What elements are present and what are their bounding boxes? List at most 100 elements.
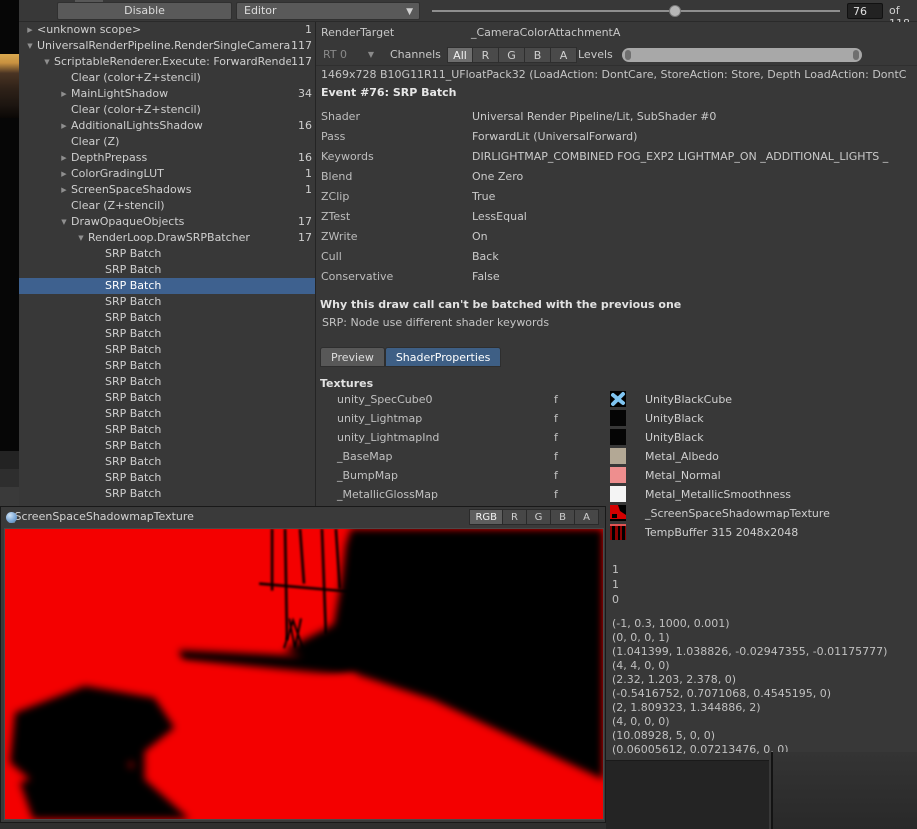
target-selector-dropdown[interactable]: Editor ▼ [236,2,420,20]
tree-row[interactable]: SRP Batch [19,294,315,310]
rt-index-dropdown[interactable]: RT 0 ▼ [320,47,378,63]
detail-row-value: Universal Render Pipeline/Lit, SubShader… [472,107,917,127]
levels-slider-bar[interactable] [622,48,862,62]
event-slider-track[interactable] [432,10,840,12]
texture-flag: f [554,431,558,444]
tree-row[interactable]: SRP Batch [19,470,315,486]
preview-channel-button-r[interactable]: R [503,509,527,525]
channel-button-g[interactable]: G [499,47,525,63]
texture-property-name: unity_LightmapInd [337,431,439,444]
vector-value: (-0.5416752, 0.7071068, 0.4545195, 0) [612,687,887,701]
foldout-expanded-icon[interactable]: ▼ [57,214,71,230]
channel-button-r[interactable]: R [473,47,499,63]
rt-index-label: RT 0 [323,48,347,61]
tree-row[interactable]: Clear (Z) [19,134,315,150]
tree-row[interactable]: ▼DrawOpaqueObjects17 [19,214,315,230]
event-slider-handle[interactable] [669,5,681,17]
tree-row-count: 16 [298,118,315,134]
texture-thumbnail[interactable] [610,429,626,445]
tree-row[interactable]: Clear (color+Z+stencil) [19,102,315,118]
preview-channel-button-a[interactable]: A [575,509,599,525]
tree-row-label: MainLightShadow [71,86,298,102]
tree-row[interactable]: SRP Batch [19,278,315,294]
tab-shader-properties[interactable]: ShaderProperties [385,347,502,367]
tree-row[interactable]: ▶MainLightShadow34 [19,86,315,102]
texture-row[interactable]: unity_LightmapIndfUnityBlack [316,428,917,447]
tree-row[interactable]: ▶ScreenSpaceShadows1 [19,182,315,198]
preview-channel-button-rgb[interactable]: RGB [469,509,503,525]
tree-row[interactable]: SRP Batch [19,310,315,326]
vector-value: (2.32, 1.203, 2.378, 0) [612,673,887,687]
tree-row-label: SRP Batch [105,262,312,278]
tab-preview[interactable]: Preview [320,347,385,367]
tree-row-count [312,390,315,406]
tree-row[interactable]: ▼UniversalRenderPipeline.RenderSingleCam… [19,38,315,54]
texture-thumbnail[interactable] [610,410,626,426]
event-number-field[interactable] [847,3,883,19]
texture-row[interactable]: _MetallicGlossMapfMetal_MetallicSmoothne… [316,485,917,504]
tree-row[interactable]: SRP Batch [19,422,315,438]
tree-row-label: SRP Batch [105,390,312,406]
tree-row[interactable]: SRP Batch [19,326,315,342]
tree-row[interactable]: Clear (color+Z+stencil) [19,70,315,86]
foldout-expanded-icon[interactable]: ▼ [40,54,54,70]
texture-thumbnail[interactable] [610,391,626,407]
tree-row[interactable]: SRP Batch [19,374,315,390]
channel-button-b[interactable]: B [525,47,551,63]
channel-button-all[interactable]: All [447,47,473,63]
levels-slider-handle-min[interactable] [625,50,631,60]
foldout-collapsed-icon[interactable]: ▶ [57,150,71,166]
tree-row[interactable]: ▶<unknown scope>1 [19,22,315,38]
preview-channel-button-b[interactable]: B [551,509,575,525]
tree-row-count: 117 [291,54,315,70]
tree-row[interactable]: SRP Batch [19,438,315,454]
foldout-spacer [91,454,105,470]
tree-row[interactable]: SRP Batch [19,454,315,470]
detail-row: ZWriteOn [316,227,917,247]
tree-row[interactable]: SRP Batch [19,406,315,422]
foldout-spacer [91,406,105,422]
tree-row[interactable]: ▼RenderLoop.DrawSRPBatcher17 [19,230,315,246]
background-window-band [0,469,19,487]
tree-row-count [312,470,315,486]
foldout-collapsed-icon[interactable]: ▶ [23,22,37,38]
tree-row[interactable]: SRP Batch [19,262,315,278]
levels-slider-handle-max[interactable] [853,50,859,60]
tree-row[interactable]: SRP Batch [19,342,315,358]
foldout-expanded-icon[interactable]: ▼ [74,230,88,246]
detail-row: ZTestLessEqual [316,207,917,227]
texture-row[interactable]: unity_SpecCube0fUnityBlackCube [316,390,917,409]
foldout-collapsed-icon[interactable]: ▶ [57,118,71,134]
foldout-collapsed-icon[interactable]: ▶ [57,86,71,102]
disable-button[interactable]: Disable [57,2,232,20]
foldout-collapsed-icon[interactable]: ▶ [57,166,71,182]
tree-row[interactable]: ▼ScriptableRenderer.Execute: ForwardRend… [19,54,315,70]
foldout-collapsed-icon[interactable]: ▶ [57,182,71,198]
tree-row[interactable]: ▶AdditionalLightsShadow16 [19,118,315,134]
tree-row[interactable]: Clear (Z+stencil) [19,198,315,214]
tree-row[interactable]: SRP Batch [19,486,315,502]
texture-thumbnail[interactable] [610,448,626,464]
batch-break-title: Why this draw call can't be batched with… [320,298,681,311]
texture-thumbnail[interactable] [610,467,626,483]
tree-row-label: RenderLoop.DrawSRPBatcher [88,230,298,246]
texture-preview-titlebar[interactable]: _ScreenSpaceShadowmapTexture RGBRGBA [1,507,605,528]
tree-row[interactable]: ▶ColorGradingLUT1 [19,166,315,182]
tree-row[interactable]: SRP Batch [19,358,315,374]
texture-thumbnail[interactable] [610,505,626,521]
levels-slider[interactable] [622,48,862,62]
texture-thumbnail[interactable] [610,524,626,540]
texture-property-name: _BumpMap [337,469,398,482]
preview-channel-button-g[interactable]: G [527,509,551,525]
texture-row[interactable]: _BaseMapfMetal_Albedo [316,447,917,466]
tree-row[interactable]: ▶DepthPrepass16 [19,150,315,166]
tree-row[interactable]: SRP Batch [19,246,315,262]
detail-row-label: ZWrite [321,227,358,247]
foldout-expanded-icon[interactable]: ▼ [23,38,37,54]
float-value: 1 [612,562,619,577]
texture-row[interactable]: unity_LightmapfUnityBlack [316,409,917,428]
channel-button-a[interactable]: A [551,47,577,63]
texture-row[interactable]: _BumpMapfMetal_Normal [316,466,917,485]
texture-thumbnail[interactable] [610,486,626,502]
tree-row[interactable]: SRP Batch [19,390,315,406]
